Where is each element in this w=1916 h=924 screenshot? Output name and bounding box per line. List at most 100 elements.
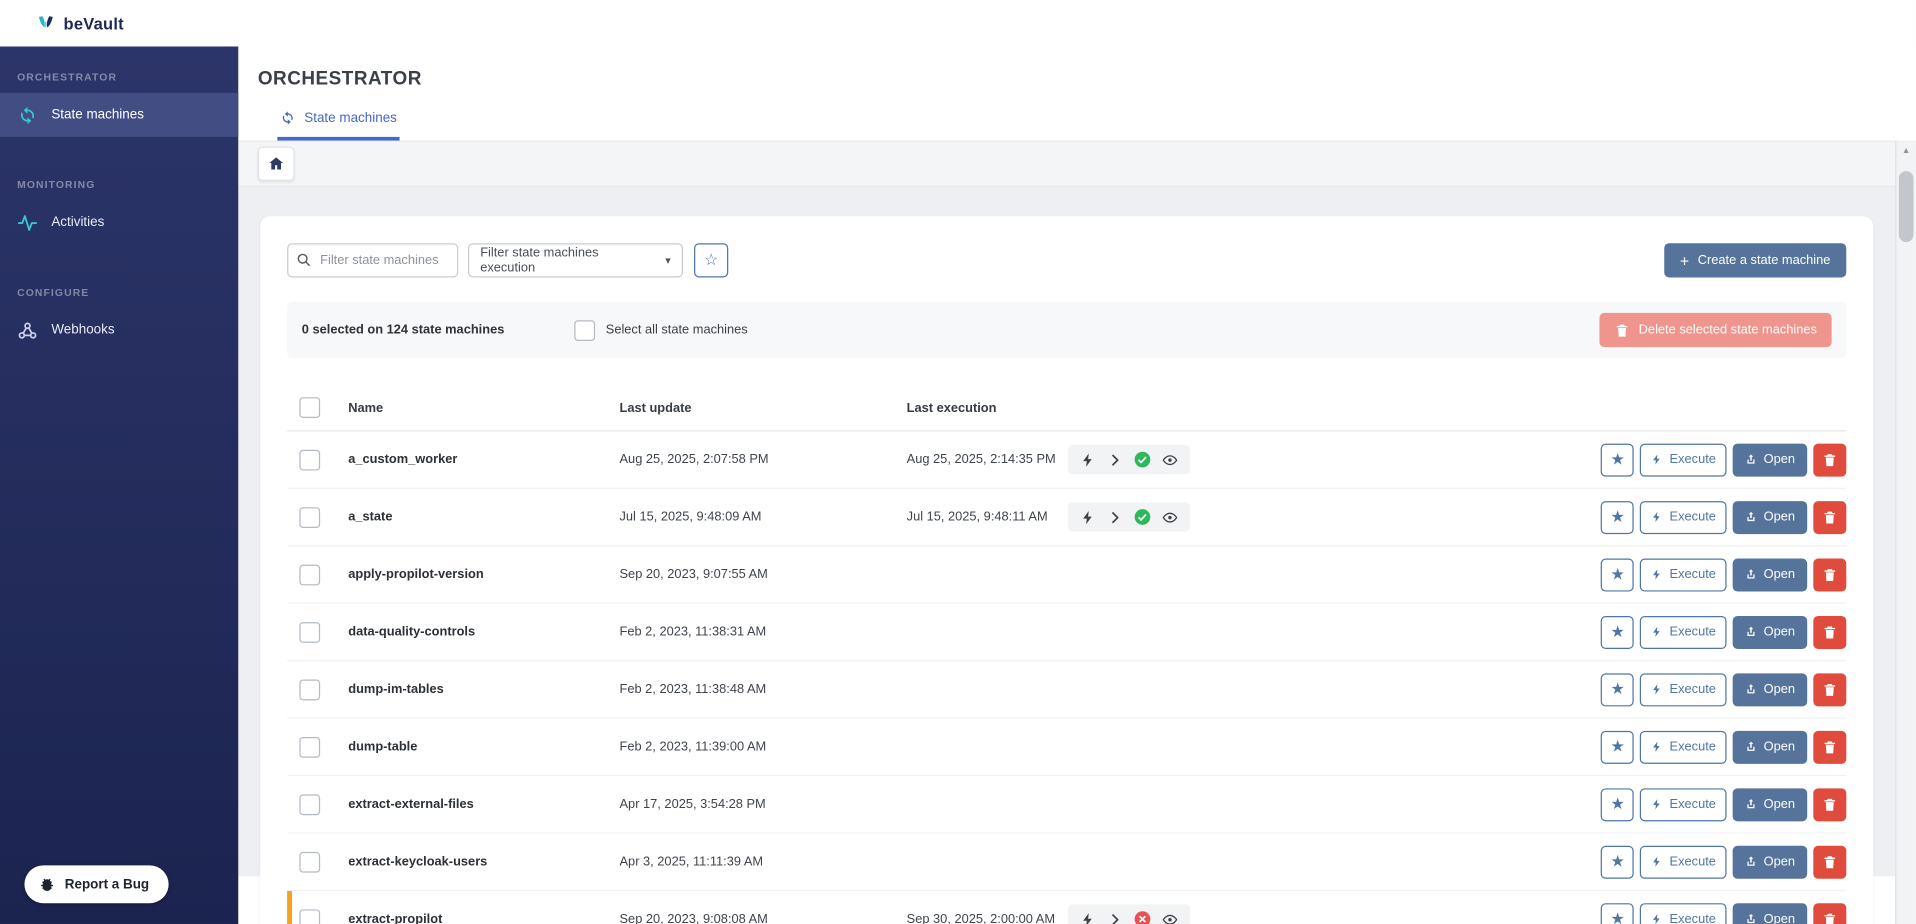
header-checkbox[interactable] bbox=[299, 397, 320, 418]
row-last-update: Aug 25, 2025, 2:07:58 PM bbox=[620, 452, 907, 467]
header-last-execution: Last execution bbox=[907, 400, 1068, 415]
execute-button[interactable]: Execute bbox=[1640, 788, 1727, 821]
favorite-button[interactable]: ★ bbox=[1601, 615, 1634, 648]
eye-icon[interactable] bbox=[1162, 452, 1178, 468]
delete-button[interactable] bbox=[1813, 500, 1846, 533]
sidebar-item-state-machines[interactable]: State machines bbox=[0, 93, 238, 137]
create-state-machine-button[interactable]: + Create a state machine bbox=[1664, 243, 1846, 277]
chevron-right-icon[interactable] bbox=[1107, 452, 1123, 468]
row-checkbox[interactable] bbox=[299, 851, 320, 872]
open-button[interactable]: Open bbox=[1733, 500, 1807, 533]
favorite-button[interactable]: ★ bbox=[1601, 443, 1634, 476]
brand-logo[interactable]: beVault bbox=[35, 13, 123, 34]
execute-button[interactable]: Execute bbox=[1640, 845, 1727, 878]
open-button[interactable]: Open bbox=[1733, 558, 1807, 591]
delete-button[interactable] bbox=[1813, 558, 1846, 591]
trash-icon bbox=[1822, 739, 1838, 755]
sidebar-item-webhooks[interactable]: Webhooks bbox=[0, 308, 238, 352]
favorites-filter-button[interactable]: ☆ bbox=[694, 243, 728, 277]
star-icon: ★ bbox=[1611, 450, 1625, 470]
open-button[interactable]: Open bbox=[1733, 903, 1807, 924]
delete-selected-button[interactable]: Delete selected state machines bbox=[1600, 313, 1832, 347]
open-button[interactable]: Open bbox=[1733, 443, 1807, 476]
row-last-update: Apr 17, 2025, 3:54:28 PM bbox=[620, 797, 907, 812]
trash-icon bbox=[1822, 509, 1838, 525]
sidebar-item-label: State machines bbox=[51, 108, 144, 123]
row-checkbox[interactable] bbox=[299, 909, 320, 924]
open-button[interactable]: Open bbox=[1733, 730, 1807, 763]
tab-state-machines[interactable]: State machines bbox=[277, 110, 399, 141]
delete-button[interactable] bbox=[1813, 903, 1846, 924]
row-checkbox[interactable] bbox=[299, 564, 320, 585]
delete-button[interactable] bbox=[1813, 673, 1846, 706]
trash-icon bbox=[1822, 452, 1838, 468]
row-checkbox[interactable] bbox=[299, 794, 320, 815]
favorite-button[interactable]: ★ bbox=[1601, 673, 1634, 706]
lightning-icon[interactable] bbox=[1080, 509, 1096, 525]
open-button[interactable]: Open bbox=[1733, 788, 1807, 821]
execute-button[interactable]: Execute bbox=[1640, 500, 1727, 533]
favorite-button[interactable]: ★ bbox=[1601, 730, 1634, 763]
sidebar-item-activities[interactable]: Activities bbox=[0, 200, 238, 244]
execute-label: Execute bbox=[1670, 797, 1716, 812]
execute-button[interactable]: Execute bbox=[1640, 673, 1727, 706]
delete-button[interactable] bbox=[1813, 730, 1846, 763]
state-machine-table: Name Last update Last execution a_custom… bbox=[287, 385, 1846, 924]
delete-button[interactable] bbox=[1813, 788, 1846, 821]
favorite-button[interactable]: ★ bbox=[1601, 903, 1634, 924]
scrollbar-thumb[interactable] bbox=[1899, 171, 1914, 242]
open-button[interactable]: Open bbox=[1733, 673, 1807, 706]
execute-button[interactable]: Execute bbox=[1640, 903, 1727, 924]
top-bar: beVault bbox=[0, 0, 1916, 46]
execute-button[interactable]: Execute bbox=[1640, 443, 1727, 476]
vertical-scrollbar[interactable]: ▲ bbox=[1895, 141, 1916, 924]
favorite-button[interactable]: ★ bbox=[1601, 558, 1634, 591]
search-icon bbox=[296, 252, 312, 268]
favorite-button[interactable]: ★ bbox=[1601, 500, 1634, 533]
execute-button[interactable]: Execute bbox=[1640, 730, 1727, 763]
favorite-button[interactable]: ★ bbox=[1601, 845, 1634, 878]
select-all-checkbox[interactable] bbox=[574, 320, 595, 341]
execution-filter-select[interactable]: Filter state machines execution ▾ bbox=[468, 243, 683, 277]
open-button[interactable]: Open bbox=[1733, 845, 1807, 878]
execute-button[interactable]: Execute bbox=[1640, 558, 1727, 591]
row-checkbox[interactable] bbox=[299, 621, 320, 642]
row-checkbox[interactable] bbox=[299, 736, 320, 757]
filter-state-machines-input[interactable] bbox=[287, 243, 458, 277]
eye-icon[interactable] bbox=[1162, 911, 1178, 924]
state-machines-icon bbox=[17, 104, 38, 125]
delete-button[interactable] bbox=[1813, 443, 1846, 476]
row-checkbox[interactable] bbox=[299, 507, 320, 528]
open-icon bbox=[1745, 682, 1757, 697]
lightning-icon bbox=[1651, 510, 1663, 525]
execution-icons bbox=[1068, 445, 1190, 474]
table-row: apply-propilot-version Sep 20, 2023, 9:0… bbox=[287, 546, 1846, 603]
eye-icon[interactable] bbox=[1162, 509, 1178, 525]
row-name: extract-keycloak-users bbox=[348, 854, 619, 869]
star-icon: ★ bbox=[1611, 507, 1625, 527]
report-bug-button[interactable]: Report a Bug bbox=[24, 865, 168, 903]
trash-icon bbox=[1822, 681, 1838, 697]
lightning-icon[interactable] bbox=[1080, 911, 1096, 924]
delete-button[interactable] bbox=[1813, 845, 1846, 878]
row-name: extract-external-files bbox=[348, 797, 619, 812]
row-last-execution: Jul 15, 2025, 9:48:11 AM bbox=[907, 510, 1068, 525]
delete-button[interactable] bbox=[1813, 615, 1846, 648]
home-breadcrumb-button[interactable] bbox=[258, 147, 295, 181]
chevron-right-icon[interactable] bbox=[1107, 911, 1123, 924]
header-name: Name bbox=[348, 400, 619, 415]
table-row: extract-keycloak-users Apr 3, 2025, 11:1… bbox=[287, 834, 1846, 891]
row-checkbox[interactable] bbox=[299, 449, 320, 470]
row-last-update: Sep 20, 2023, 9:08:08 AM bbox=[620, 912, 907, 924]
execute-label: Execute bbox=[1670, 625, 1716, 640]
favorite-button[interactable]: ★ bbox=[1601, 788, 1634, 821]
row-checkbox[interactable] bbox=[299, 679, 320, 700]
lightning-icon[interactable] bbox=[1080, 452, 1096, 468]
scrollbar-up-arrow[interactable]: ▲ bbox=[1896, 141, 1916, 162]
section-label: MONITORING bbox=[17, 178, 221, 190]
chevron-right-icon[interactable] bbox=[1107, 509, 1123, 525]
filter-search bbox=[287, 243, 458, 277]
execution-icons bbox=[1068, 904, 1190, 924]
open-button[interactable]: Open bbox=[1733, 615, 1807, 648]
execute-button[interactable]: Execute bbox=[1640, 615, 1727, 648]
